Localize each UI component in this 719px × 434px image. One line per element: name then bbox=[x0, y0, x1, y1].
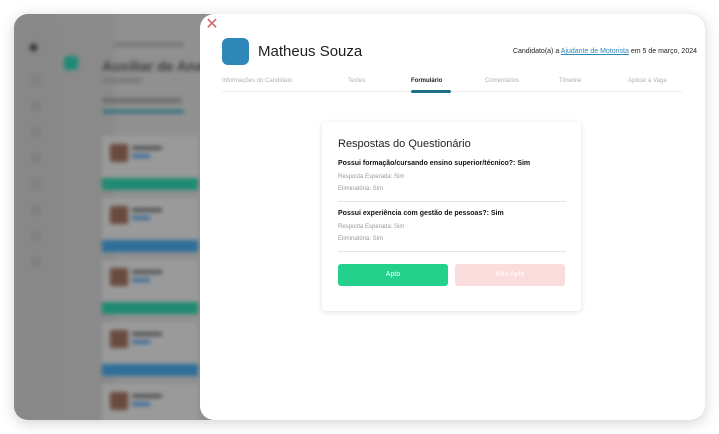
candidate-name: Matheus Souza bbox=[258, 43, 363, 60]
eliminatory-flag: Eliminatória: Sim bbox=[338, 186, 384, 192]
nav-icon bbox=[32, 102, 40, 110]
divider bbox=[338, 201, 566, 202]
questionnaire-title: Respostas do Questionário bbox=[338, 138, 471, 150]
background-candidate-card bbox=[102, 260, 198, 314]
tab-comentarios[interactable]: Comentários bbox=[485, 78, 519, 84]
nav-icon bbox=[32, 76, 40, 84]
background-candidate-card bbox=[102, 384, 198, 420]
nav-icon bbox=[32, 206, 40, 214]
tab-timeline[interactable]: Timeline bbox=[559, 78, 581, 84]
nav-icon bbox=[32, 180, 40, 188]
apto-button[interactable]: Apto bbox=[338, 264, 448, 286]
question-text: Possui experiência com gestão de pessoas… bbox=[338, 210, 504, 217]
meta-prefix: Candidato(a) a bbox=[512, 48, 560, 55]
tab-formulario[interactable]: Formulário bbox=[411, 78, 442, 84]
background-candidate-card bbox=[102, 198, 198, 252]
side-rail: ✦ bbox=[14, 14, 58, 420]
close-icon[interactable]: ✕ bbox=[205, 17, 219, 33]
candidate-meta: Candidato(a) a Ajudante de Motorista em … bbox=[513, 48, 697, 55]
breadcrumb bbox=[114, 42, 184, 47]
expected-answer: Resposta Esperada: Sim bbox=[338, 224, 405, 230]
meta-date: em 5 de março, 2024 bbox=[630, 48, 697, 55]
background-candidate-card bbox=[102, 136, 198, 190]
nav-icon bbox=[32, 258, 40, 266]
panel-badge bbox=[64, 56, 78, 70]
tab-informacoes[interactable]: Informações do Candidato bbox=[222, 78, 292, 84]
tab-testes[interactable]: Testes bbox=[348, 78, 365, 84]
background-page-title: Auxiliar de Anal bbox=[102, 58, 208, 74]
background-tab-indicator bbox=[102, 110, 184, 113]
candidate-tabs: Informações do Candidato Testes Formulár… bbox=[222, 78, 682, 92]
questionnaire-card: Respostas do Questionário Possui formaçã… bbox=[322, 122, 581, 311]
job-link[interactable]: Ajudante de Motorista bbox=[561, 48, 629, 55]
background-subtitle bbox=[102, 78, 142, 83]
background-tab bbox=[102, 98, 182, 103]
expected-answer: Resposta Esperada: Sim bbox=[338, 174, 405, 180]
candidate-avatar bbox=[222, 38, 249, 65]
question-text: Possui formação/cursando ensino superior… bbox=[338, 160, 531, 167]
active-tab-indicator bbox=[411, 90, 451, 93]
nav-icon bbox=[32, 128, 40, 136]
nao-apto-button[interactable]: Não Apto bbox=[455, 264, 565, 286]
nav-icon bbox=[32, 232, 40, 240]
butterfly-logo-icon: ✦ bbox=[26, 38, 42, 58]
background-candidate-card bbox=[102, 322, 198, 376]
divider bbox=[338, 251, 566, 252]
eliminatory-flag: Eliminatória: Sim bbox=[338, 236, 384, 242]
nav-icon bbox=[32, 154, 40, 162]
tab-aplicar-vaga[interactable]: Aplicar à Vaga bbox=[628, 78, 667, 84]
